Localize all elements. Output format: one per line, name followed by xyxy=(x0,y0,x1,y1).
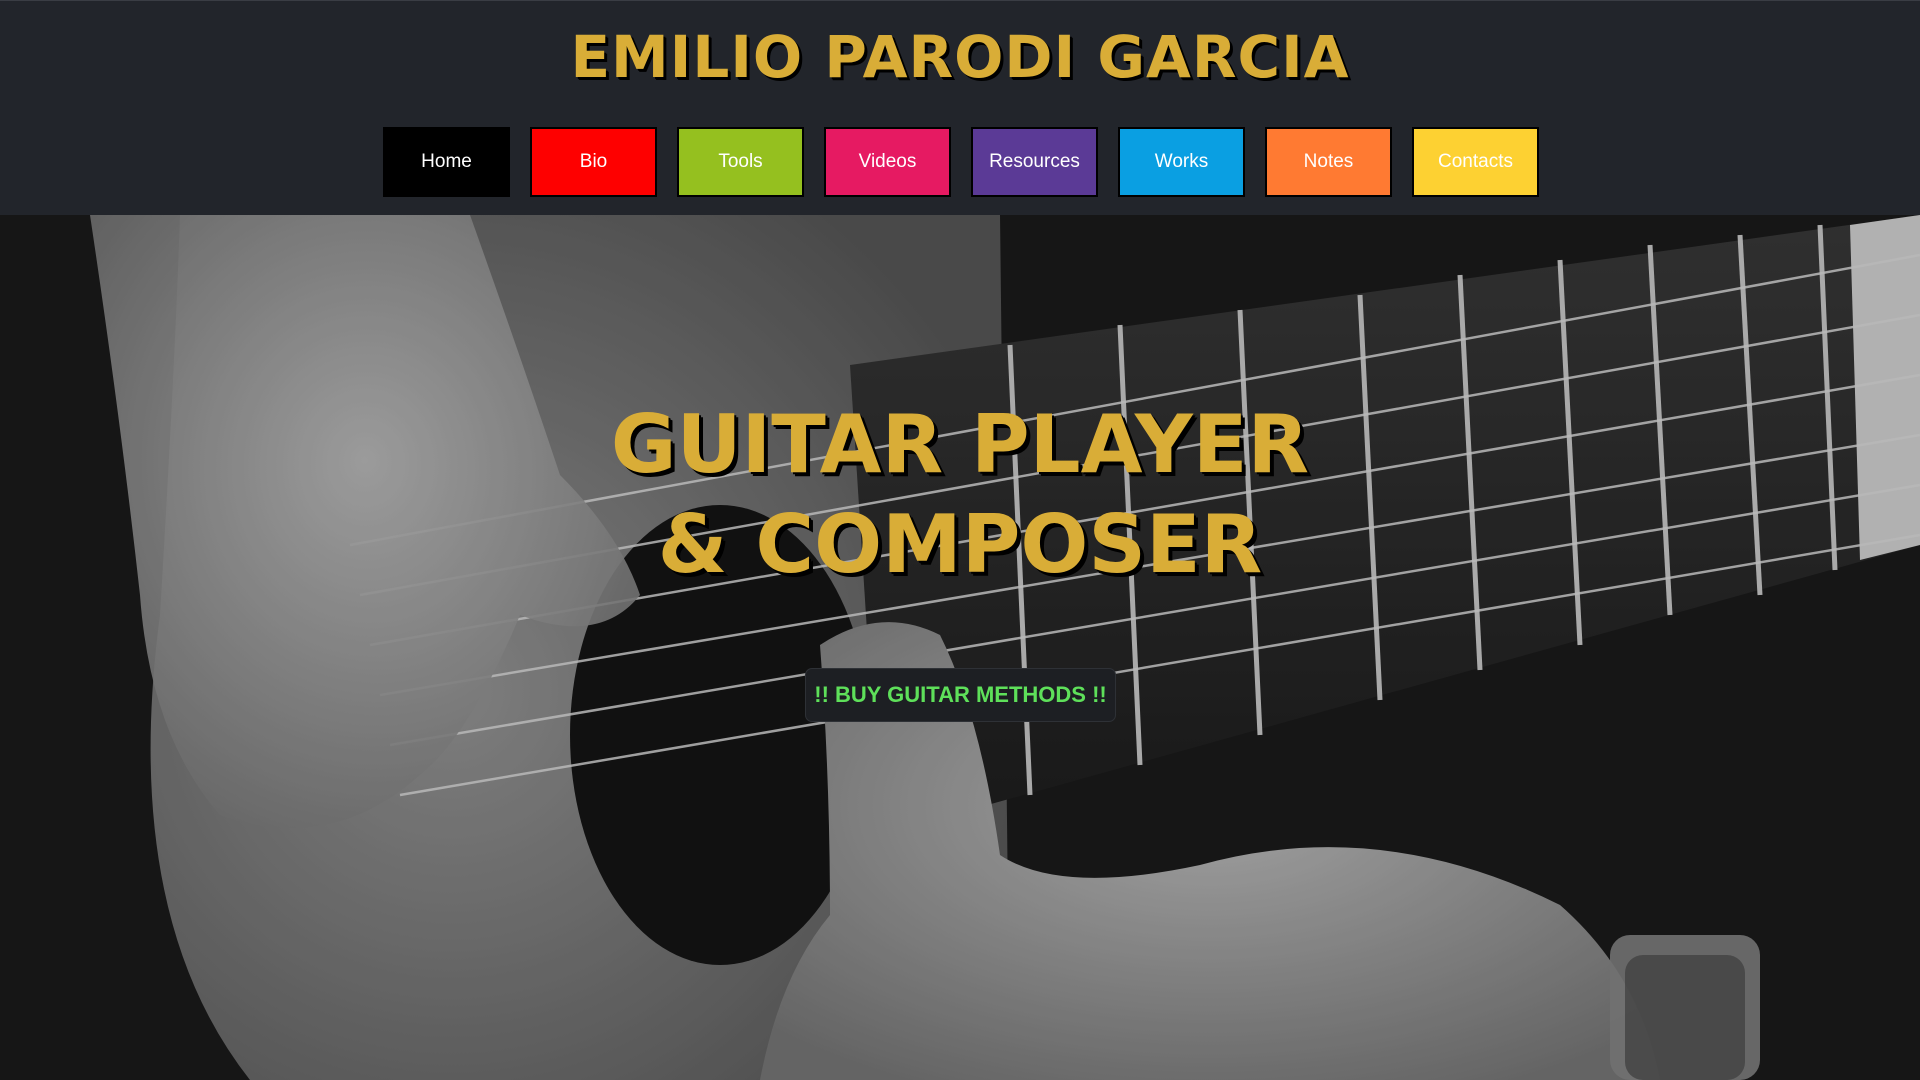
page: EMILIO PARODI GARCIA Home Bio Tools Vide… xyxy=(0,0,1920,1080)
buy-guitar-methods-button[interactable]: !! BUY GUITAR METHODS !! xyxy=(805,668,1116,722)
nav-tools[interactable]: Tools xyxy=(677,127,804,197)
hero-title-line-2: & COMPOSER xyxy=(657,498,1263,591)
nav-works[interactable]: Works xyxy=(1118,127,1245,197)
site-header: EMILIO PARODI GARCIA Home Bio Tools Vide… xyxy=(0,0,1920,215)
nav-videos[interactable]: Videos xyxy=(824,127,951,197)
main-nav: Home Bio Tools Videos Resources Works No… xyxy=(383,127,1539,197)
hero-section: GUITAR PLAYER & COMPOSER !! BUY GUITAR M… xyxy=(0,215,1920,1080)
hero-title-line-1: GUITAR PLAYER xyxy=(610,398,1310,491)
nav-resources[interactable]: Resources xyxy=(971,127,1098,197)
nav-home[interactable]: Home xyxy=(383,127,510,197)
hero-title: GUITAR PLAYER & COMPOSER xyxy=(0,395,1920,595)
site-title[interactable]: EMILIO PARODI GARCIA xyxy=(0,23,1920,91)
nav-bio[interactable]: Bio xyxy=(530,127,657,197)
nav-contacts[interactable]: Contacts xyxy=(1412,127,1539,197)
nav-notes[interactable]: Notes xyxy=(1265,127,1392,197)
hero-guitar-photo xyxy=(0,215,1920,1080)
